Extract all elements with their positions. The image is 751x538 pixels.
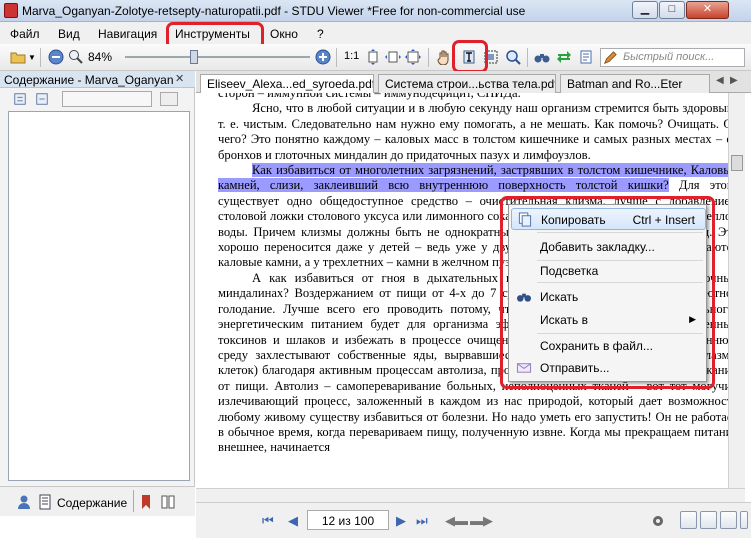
document-tabs: Eliseev_Alexa...ed_syroeda.pdf Система с…	[196, 71, 751, 93]
close-button[interactable]: ✕	[686, 1, 729, 19]
menu-help[interactable]: ?	[317, 27, 324, 41]
bookmarks-tab-icon[interactable]	[138, 494, 154, 510]
menu-navigation[interactable]: Навигация	[98, 27, 157, 41]
menu-file[interactable]: Файл	[10, 27, 40, 41]
prev-page-icon[interactable]: ◀	[288, 513, 298, 529]
fit-page-icon[interactable]	[365, 49, 381, 65]
collapse-all-icon[interactable]	[34, 92, 50, 106]
zoom-in-icon[interactable]	[315, 49, 331, 65]
hand-tool-icon[interactable]	[436, 49, 452, 65]
continuous-view-button[interactable]	[700, 511, 717, 529]
zoom-value[interactable]: 84%	[88, 50, 112, 64]
quick-search-input[interactable]: Быстрый поиск...	[600, 48, 745, 67]
zoom-slider-track[interactable]	[125, 56, 310, 58]
maximize-button[interactable]: □	[659, 1, 685, 19]
forward-icon[interactable]: ▬▶	[470, 513, 493, 529]
contents-options-button[interactable]	[160, 92, 178, 106]
title-bar: Marva_Oganyan-Zolotye-retsepty-naturopat…	[0, 0, 751, 22]
doc-line-top: сторон – иммунной системы – иммунодефици…	[218, 93, 521, 100]
chevron-down-icon[interactable]: ▼	[28, 53, 36, 62]
magnifier-tool-icon[interactable]	[505, 49, 521, 65]
back-icon[interactable]: ◀▬	[445, 513, 468, 529]
contents-filter-input[interactable]	[62, 91, 152, 107]
binoculars-icon[interactable]	[534, 49, 550, 65]
page-navigation-bar: ⏮ ◀ 12 из 100 ▶ ⏭ ◀▬ ▬▶	[196, 502, 751, 538]
left-pane: Содержание - Marva_Oganyan ✕ Содержание	[0, 71, 195, 516]
tab-sistema[interactable]: Система строи...ьства тела.pdf	[378, 74, 556, 93]
help-icon[interactable]	[578, 49, 594, 65]
selected-text[interactable]: Как избавиться от многолетних загрязнени…	[218, 163, 728, 193]
vertical-scroll-thumb[interactable]	[731, 155, 743, 171]
context-menu-highlight	[500, 196, 715, 389]
contents-tab-label[interactable]: Содержание	[57, 496, 127, 510]
menu-bar: Файл Вид Навигация Инструменты Окно ?	[0, 22, 751, 44]
app-icon	[4, 3, 18, 18]
expand-all-icon[interactable]	[12, 92, 28, 106]
contents-tab-icon[interactable]	[37, 494, 53, 510]
menu-window[interactable]: Окно	[270, 27, 298, 41]
first-page-icon[interactable]: ⏮	[262, 513, 274, 529]
doc-paragraph-1: Ясно, что в любой ситуации и в любую сек…	[218, 101, 728, 162]
zoom-slider-thumb[interactable]	[190, 50, 198, 64]
actual-size-button[interactable]: 1:1	[344, 50, 359, 62]
next-page-icon[interactable]: ▶	[396, 513, 406, 529]
tab-scroll-right-icon[interactable]: ▶	[730, 75, 738, 86]
open-folder-icon[interactable]	[10, 49, 26, 65]
find-next-icon[interactable]	[556, 49, 572, 65]
close-pane-icon[interactable]: ✕	[175, 72, 184, 85]
page-number-field[interactable]: 12 из 100	[307, 510, 389, 530]
window-title: Marva_Oganyan-Zolotye-retsepty-naturopat…	[22, 4, 526, 18]
thumbnails-tab-icon[interactable]	[160, 494, 176, 510]
tab-batman[interactable]: Batman and Ro...Eter	[560, 74, 710, 93]
text-select-highlight	[452, 40, 488, 73]
settings-icon[interactable]	[650, 513, 666, 529]
minimize-button[interactable]: ▁	[632, 1, 658, 19]
contents-tree[interactable]	[8, 111, 190, 481]
grid-view-button[interactable]	[740, 511, 748, 529]
tab-eliseev[interactable]: Eliseev_Alexa...ed_syroeda.pdf	[200, 74, 374, 93]
horizontal-scrollbar[interactable]	[196, 488, 745, 502]
user-icon[interactable]	[16, 494, 32, 510]
facing-view-button[interactable]	[720, 511, 737, 529]
zoom-icon[interactable]	[68, 49, 84, 65]
contents-header: Содержание - Marva_Oganyan	[0, 71, 195, 88]
left-pane-tabs: Содержание	[0, 486, 195, 516]
tab-scroll-left-icon[interactable]: ◀	[716, 75, 724, 86]
single-page-view-button[interactable]	[680, 511, 697, 529]
fit-width-icon[interactable]	[385, 49, 401, 65]
toolbar: ▼ 84% 1:1 Быстрый поиск...	[0, 44, 751, 71]
vertical-scrollbar[interactable]	[728, 93, 745, 488]
menu-view[interactable]: Вид	[58, 27, 80, 41]
pencil-icon	[603, 51, 617, 65]
zoom-out-icon[interactable]	[48, 49, 64, 65]
fit-visible-icon[interactable]	[405, 49, 421, 65]
last-page-icon[interactable]: ⏭	[416, 513, 428, 529]
